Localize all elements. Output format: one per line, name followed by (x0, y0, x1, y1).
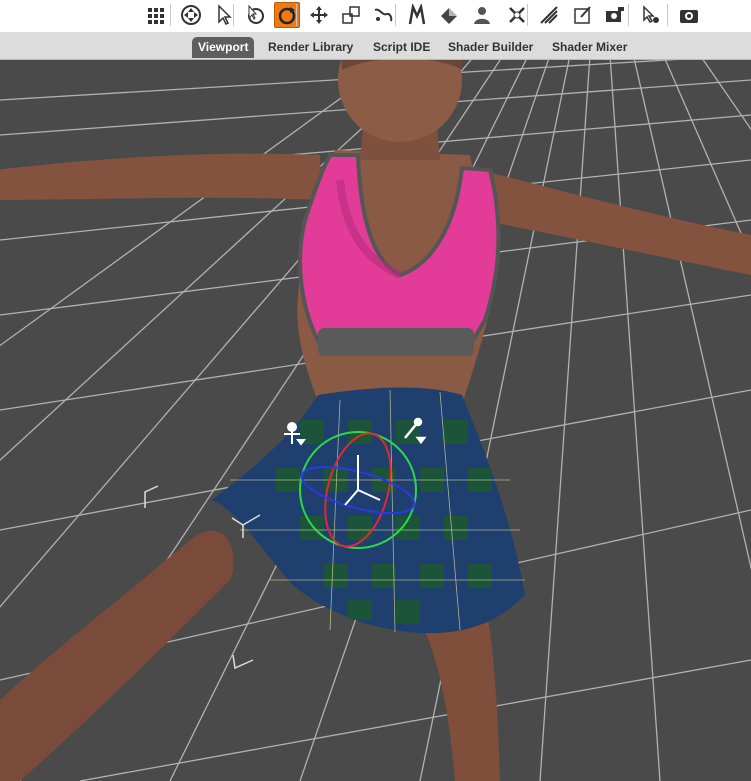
toolbar-separator (233, 4, 234, 26)
figure-setup-icon[interactable] (468, 2, 494, 28)
viewport-3d[interactable] (0, 60, 751, 781)
toolbar-separator (527, 4, 528, 26)
universal-tool-icon[interactable] (178, 2, 204, 28)
scene-settings-icon[interactable] (638, 2, 664, 28)
figure-right-leg (420, 620, 500, 781)
region-navigator-icon[interactable] (570, 2, 596, 28)
tab-bar: Viewport Render Library Script IDE Shader B… (0, 32, 751, 60)
surface-selection-icon[interactable] (212, 2, 238, 28)
scale-tool-icon[interactable] (338, 2, 364, 28)
joint-editor-icon[interactable] (370, 2, 396, 28)
figure-left-leg (0, 530, 234, 781)
figure-top-band (318, 328, 474, 356)
tab-viewport[interactable]: Viewport (192, 37, 255, 58)
toolbar-separator (395, 4, 396, 26)
render-icon[interactable] (676, 2, 702, 28)
tab-script-ide[interactable]: Script IDE (367, 37, 436, 58)
viewport-canvas[interactable] (0, 60, 751, 781)
camera-render-icon[interactable] (602, 2, 628, 28)
figure-left-arm (0, 153, 322, 200)
tab-shader-mixer[interactable]: Shader Mixer (546, 37, 633, 58)
active-pose-icon[interactable] (404, 2, 430, 28)
geometry-editor-icon[interactable] (436, 2, 462, 28)
toolbar-separator (667, 4, 668, 26)
toolbar-separator (296, 4, 297, 26)
tab-shader-builder[interactable]: Shader Builder (442, 37, 539, 58)
figure-head (338, 60, 462, 142)
figure-right-arm (480, 170, 751, 275)
toolbar-separator (628, 4, 629, 26)
tab-render-library[interactable]: Render Library (262, 37, 359, 58)
axis-widget-bottom (232, 654, 254, 670)
toolbar-separator (170, 4, 171, 26)
spot-render-icon[interactable] (536, 2, 562, 28)
translate-tool-icon[interactable] (306, 2, 332, 28)
tool-bar (0, 0, 751, 32)
axis-widget-left (144, 485, 159, 508)
node-selection-icon[interactable] (143, 2, 169, 28)
rotate-tool-icon[interactable] (242, 2, 268, 28)
